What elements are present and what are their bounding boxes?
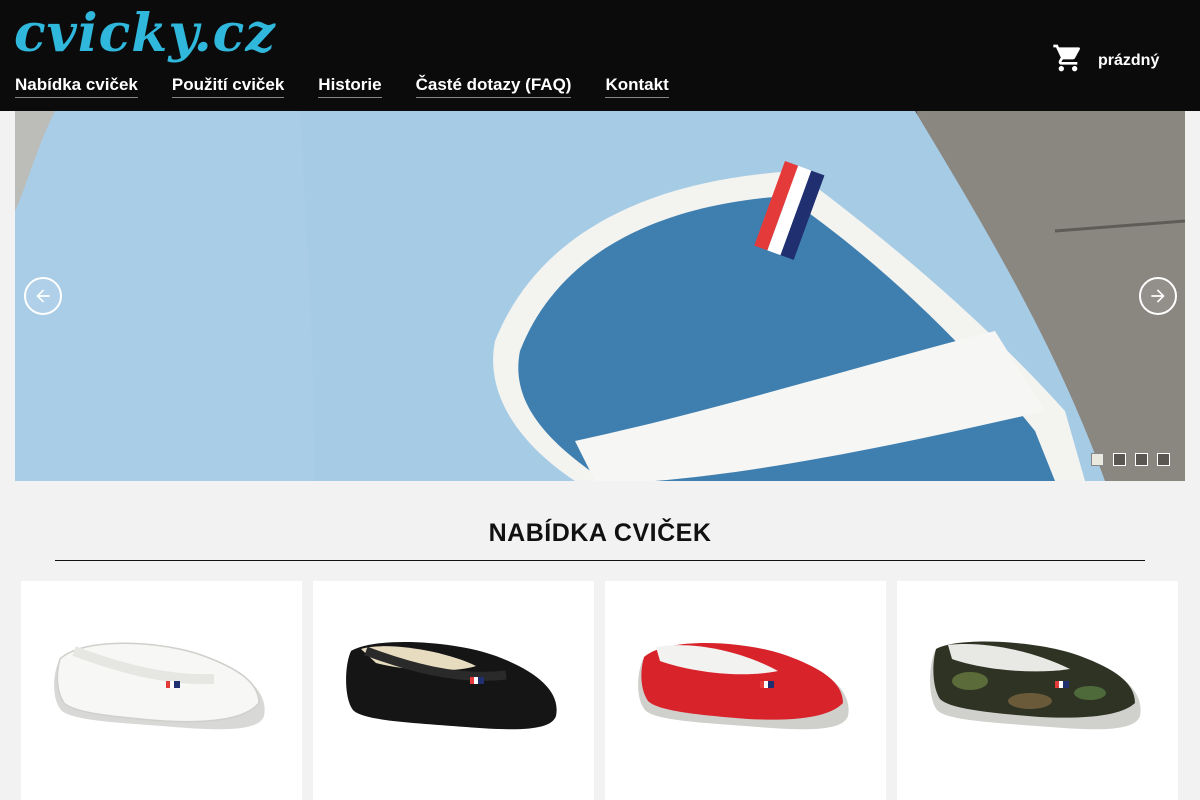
slider-pagination [1091, 453, 1170, 466]
product-grid [21, 581, 1178, 800]
section-divider [55, 560, 1145, 561]
product-image-red [638, 642, 849, 730]
site-logo[interactable]: cvicky.cz [14, 4, 276, 64]
product-image-black [346, 641, 557, 730]
arrow-left-icon [36, 289, 50, 303]
shopping-cart-icon [1052, 42, 1084, 79]
product-card-camouflage[interactable] [897, 581, 1178, 800]
nav-item-historie[interactable]: Historie [318, 74, 382, 98]
slider-prev-button[interactable] [24, 277, 62, 315]
hero-slider[interactable] [15, 111, 1185, 481]
hero-slide-image [15, 111, 1185, 481]
nav-item-pouziti[interactable]: Použití cviček [171, 74, 285, 98]
slider-dot-2[interactable] [1113, 453, 1126, 466]
slider-dot-1[interactable] [1091, 453, 1104, 466]
nav-item-nabidka[interactable]: Nabídka cviček [15, 74, 138, 98]
product-card-red[interactable] [605, 581, 886, 800]
slider-dot-3[interactable] [1135, 453, 1148, 466]
slider-next-button[interactable] [1139, 277, 1177, 315]
section-title: NABÍDKA CVIČEK [488, 519, 712, 547]
nav-item-faq[interactable]: Časté dotazy (FAQ) [415, 74, 572, 98]
product-image-white [54, 642, 265, 730]
product-card-white[interactable] [21, 581, 302, 800]
product-image-camouflage [930, 641, 1141, 730]
product-card-black[interactable] [313, 581, 594, 800]
arrow-right-icon [1151, 289, 1165, 303]
site-header: cvicky.cz Nabídka cviček Použití cviček … [0, 0, 1200, 111]
slider-dot-4[interactable] [1157, 453, 1170, 466]
cart-button[interactable]: prázdný [1052, 42, 1159, 79]
cart-status: prázdný [1098, 51, 1160, 69]
main-nav: Nabídka cviček Použití cviček Historie Č… [15, 74, 669, 98]
nav-item-kontakt[interactable]: Kontakt [605, 74, 669, 98]
